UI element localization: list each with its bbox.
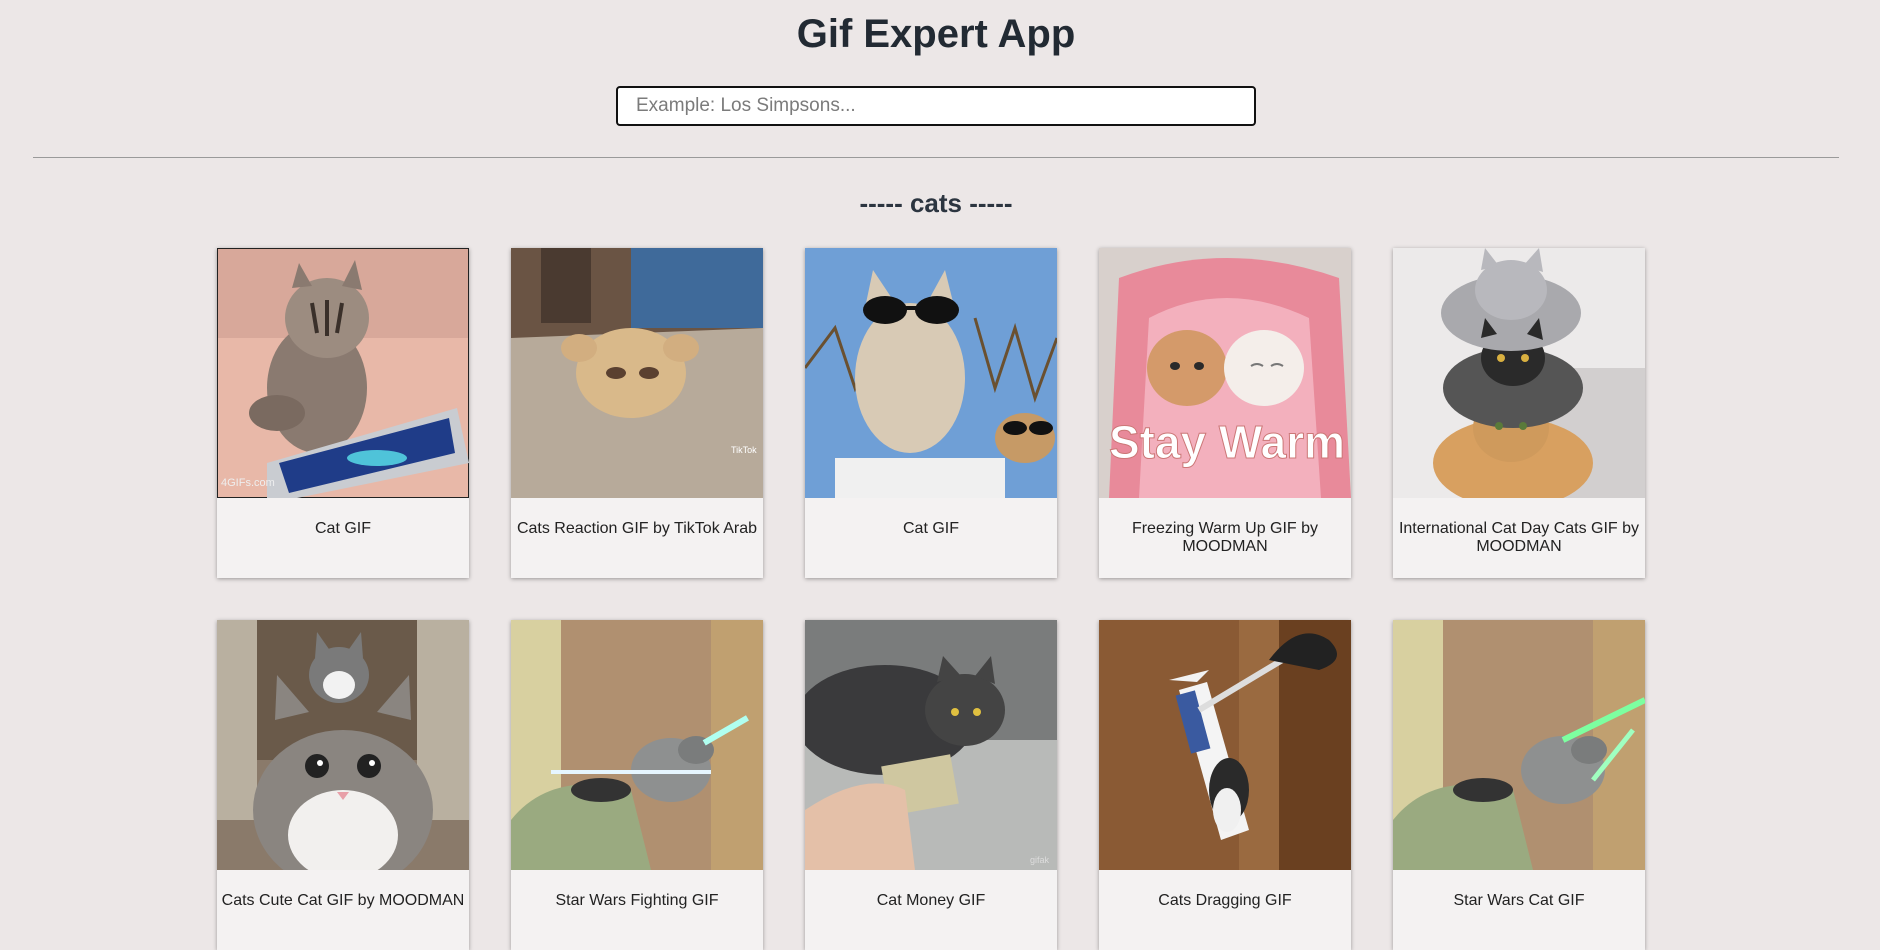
cats-stay-warm-image: Stay Warm — [1099, 248, 1351, 498]
gif-card[interactable]: International Cat Day Cats GIF by MOODMA… — [1393, 248, 1645, 578]
gif-caption: Cat GIF — [902, 520, 959, 537]
gif-card[interactable]: TikTok Cats Reaction GIF by TikTok Arab — [511, 248, 763, 578]
cat-lightsaber-green-image — [1393, 620, 1645, 870]
gif-card[interactable]: Stay Warm Freezing Warm Up GIF by MOODMA… — [1099, 248, 1351, 578]
gif-caption: Cat GIF — [314, 520, 371, 537]
gif-card[interactable]: Cat GIF — [805, 248, 1057, 578]
gif-card[interactable]: gifak Cat Money GIF — [805, 620, 1057, 950]
cat-dragging-image — [1099, 620, 1351, 870]
gif-card[interactable]: Cats Dragging GIF — [1099, 620, 1351, 950]
gif-caption: Freezing Warm Up GIF by MOODMAN — [1131, 520, 1319, 555]
gif-caption: Star Wars Cat GIF — [1453, 892, 1585, 909]
divider — [33, 157, 1839, 158]
gif-caption: Cats Reaction GIF by TikTok Arab — [516, 520, 758, 537]
category-title: ----- cats ----- — [859, 188, 1013, 218]
search-input[interactable] — [616, 86, 1256, 126]
cat-kitten-phone-image: 4GIFs.com — [217, 248, 469, 498]
gifak-watermark: gifak — [1030, 855, 1050, 865]
gif-card[interactable]: Cats Cute Cat GIF by MOODMAN — [217, 620, 469, 950]
cat-lightsaber-image — [511, 620, 763, 870]
stay-warm-text: Stay Warm — [1109, 416, 1345, 468]
cat-money-image: gifak — [805, 620, 1057, 870]
gif-card[interactable]: 4GIFs.com Cat GIF — [217, 248, 469, 578]
gif-caption: Cats Cute Cat GIF by MOODMAN — [221, 892, 465, 909]
cat-fluffy-face-image: TikTok — [511, 248, 763, 498]
gif-caption: Cat Money GIF — [876, 892, 986, 909]
gif-caption: Cats Dragging GIF — [1158, 892, 1292, 909]
gif-caption: Star Wars Fighting GIF — [555, 892, 719, 909]
gif-card[interactable]: Star Wars Fighting GIF — [511, 620, 763, 950]
app-title: Gif Expert App — [796, 12, 1076, 56]
cat-sunglasses-image — [805, 248, 1057, 498]
cats-cute-image — [217, 620, 469, 870]
watermark-text: 4GIFs.com — [221, 477, 275, 489]
gif-caption: International Cat Day Cats GIF by MOODMA… — [1398, 520, 1640, 555]
gif-card[interactable]: Star Wars Cat GIF — [1393, 620, 1645, 950]
cats-stacked-image — [1393, 248, 1645, 498]
tiktok-watermark: TikTok — [731, 445, 757, 455]
